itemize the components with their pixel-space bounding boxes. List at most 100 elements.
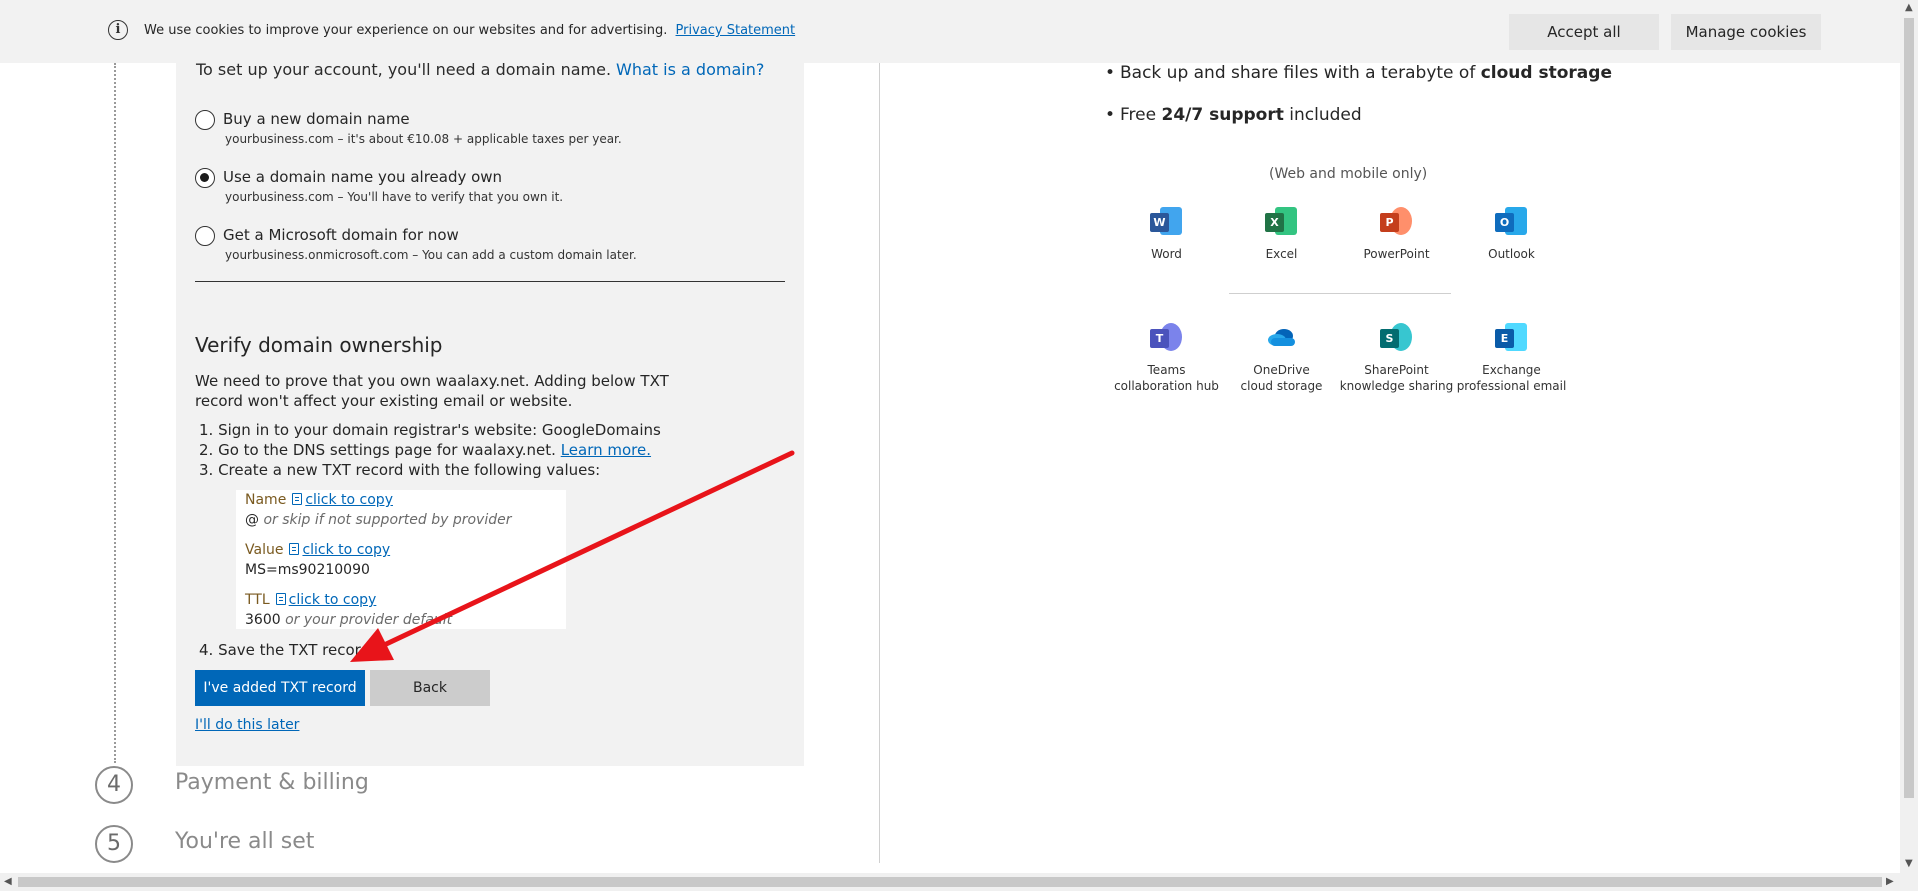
onedrive-icon — [1265, 321, 1298, 354]
txt-record-box: Name click to copy @ or skip if not suppo… — [236, 490, 566, 629]
app-word: W Word — [1109, 205, 1224, 262]
apps-divider — [1229, 293, 1451, 294]
verify-title: Verify domain ownership — [195, 333, 443, 357]
app-name-line1: Teams — [1147, 363, 1186, 377]
app-name-line2: professional email — [1456, 379, 1567, 393]
back-button[interactable]: Back — [370, 670, 490, 706]
copy-value-link[interactable]: click to copy — [302, 542, 390, 558]
name-label: Name — [245, 492, 287, 508]
value-value: MS=ms90210090 — [245, 562, 370, 578]
column-divider — [879, 63, 880, 863]
feature-suffix: included — [1289, 105, 1362, 125]
ttl-field: TTL click to copy — [245, 592, 376, 608]
do-this-later-link[interactable]: I'll do this later — [195, 717, 299, 733]
name-hint: or skip if not supported by provider — [263, 512, 512, 528]
app-excel: X Excel — [1224, 205, 1339, 262]
ttl-value: 3600 — [245, 612, 281, 628]
feature-text: Back up and share files with a terabyte … — [1120, 63, 1476, 83]
app-name-line1: SharePoint — [1364, 363, 1429, 377]
app-name: PowerPoint — [1363, 247, 1430, 261]
app-name-line1: OneDrive — [1253, 363, 1310, 377]
powerpoint-icon: P — [1380, 205, 1413, 238]
scroll-right-icon[interactable]: ▶ — [1886, 876, 1894, 887]
app-name-line2: cloud storage — [1240, 379, 1323, 393]
app-outlook: O Outlook — [1454, 205, 1569, 262]
name-field: Name click to copy — [245, 492, 393, 508]
value-value-row: MS=ms90210090 — [245, 562, 370, 578]
cookie-banner: i We use cookies to improve your experie… — [0, 0, 1900, 63]
teams-icon: T — [1150, 321, 1183, 354]
radio-buy-domain[interactable] — [195, 110, 215, 130]
scroll-down-icon[interactable]: ▼ — [1905, 858, 1913, 869]
app-teams: T Teams collaboration hub — [1109, 321, 1224, 394]
info-icon: i — [108, 20, 128, 40]
option-label: Get a Microsoft domain for now — [223, 226, 459, 244]
app-name: Word — [1151, 247, 1182, 261]
app-name-line2: collaboration hub — [1114, 379, 1219, 393]
option-description: yourbusiness.com – it's about €10.08 + a… — [225, 132, 622, 146]
word-icon: W — [1150, 205, 1183, 238]
app-name: Teams collaboration hub — [1109, 362, 1224, 394]
privacy-statement-link[interactable]: Privacy Statement — [676, 23, 796, 38]
app-exchange: E Exchange professional email — [1454, 321, 1569, 394]
option-label: Buy a new domain name — [223, 110, 410, 128]
app-name: Excel — [1265, 247, 1298, 261]
feature-highlight: cloud storage — [1480, 63, 1612, 83]
copy-name-link[interactable]: click to copy — [305, 492, 393, 508]
sharepoint-icon: S — [1380, 321, 1413, 354]
app-powerpoint: P PowerPoint — [1339, 205, 1454, 262]
app-name: Outlook — [1488, 247, 1535, 261]
scroll-up-icon[interactable]: ▲ — [1905, 2, 1913, 13]
copy-icon[interactable] — [289, 543, 300, 555]
verify-description: We need to prove that you own waalaxy.ne… — [195, 372, 669, 410]
exchange-icon: E — [1495, 321, 1528, 354]
value-field: Value click to copy — [245, 542, 390, 558]
step-title: Payment & billing — [175, 770, 369, 795]
section-divider — [195, 281, 785, 282]
learn-more-link[interactable]: Learn more. — [561, 441, 651, 459]
cookie-message: We use cookies to improve your experienc… — [144, 23, 795, 38]
name-value: @ — [245, 512, 259, 528]
app-name: OneDrive cloud storage — [1224, 362, 1339, 394]
option-description: yourbusiness.com – You'll have to verify… — [225, 190, 564, 204]
app-onedrive: OneDrive cloud storage — [1224, 321, 1339, 394]
value-label: Value — [245, 542, 284, 558]
instruction-step-2: 2. Go to the DNS settings page for waala… — [199, 441, 651, 459]
option-description: yourbusiness.onmicrosoft.com – You can a… — [225, 248, 637, 262]
copy-ttl-link[interactable]: click to copy — [289, 592, 377, 608]
step-number: 5 — [95, 825, 133, 863]
step-number: 4 — [95, 766, 133, 804]
radio-microsoft-domain[interactable] — [195, 226, 215, 246]
copy-icon[interactable] — [275, 593, 286, 605]
cookie-text: We use cookies to improve your experienc… — [144, 23, 668, 38]
web-mobile-note: (Web and mobile only) — [1269, 166, 1428, 182]
copy-icon[interactable] — [292, 493, 303, 505]
ttl-label: TTL — [245, 592, 270, 608]
option-label: Use a domain name you already own — [223, 168, 503, 186]
feature-support: Free 24/7 support included — [1105, 105, 1362, 125]
added-txt-record-button[interactable]: I've added TXT record — [195, 670, 365, 706]
ttl-hint: or your provider default — [285, 612, 453, 628]
step-title: You're all set — [175, 829, 315, 854]
instruction-step-3: 3. Create a new TXT record with the foll… — [199, 461, 601, 479]
timeline-line — [114, 63, 116, 763]
ttl-value-row: 3600 or your provider default — [245, 612, 452, 628]
outlook-icon: O — [1495, 205, 1528, 238]
horizontal-scroll-thumb[interactable] — [18, 877, 1882, 887]
step-2-text: 2. Go to the DNS settings page for waala… — [199, 441, 556, 459]
instruction-step-1: 1. Sign in to your domain registrar's we… — [199, 421, 661, 439]
scroll-left-icon[interactable]: ◀ — [4, 876, 12, 887]
excel-icon: X — [1265, 205, 1298, 238]
feature-text: Free — [1120, 105, 1157, 125]
app-name-line2: knowledge sharing — [1339, 379, 1454, 393]
vertical-scroll-thumb[interactable] — [1904, 18, 1914, 798]
app-sharepoint: S SharePoint knowledge sharing — [1339, 321, 1454, 394]
name-value-row: @ or skip if not supported by provider — [245, 512, 511, 528]
app-name-line1: Exchange — [1482, 363, 1541, 377]
accept-all-button[interactable]: Accept all — [1509, 14, 1659, 50]
feature-cloud-storage: Back up and share files with a terabyte … — [1105, 63, 1612, 83]
app-name: Exchange professional email — [1454, 362, 1569, 394]
feature-highlight: 24/7 support — [1161, 105, 1284, 125]
radio-own-domain[interactable] — [195, 168, 215, 188]
manage-cookies-button[interactable]: Manage cookies — [1671, 14, 1821, 50]
